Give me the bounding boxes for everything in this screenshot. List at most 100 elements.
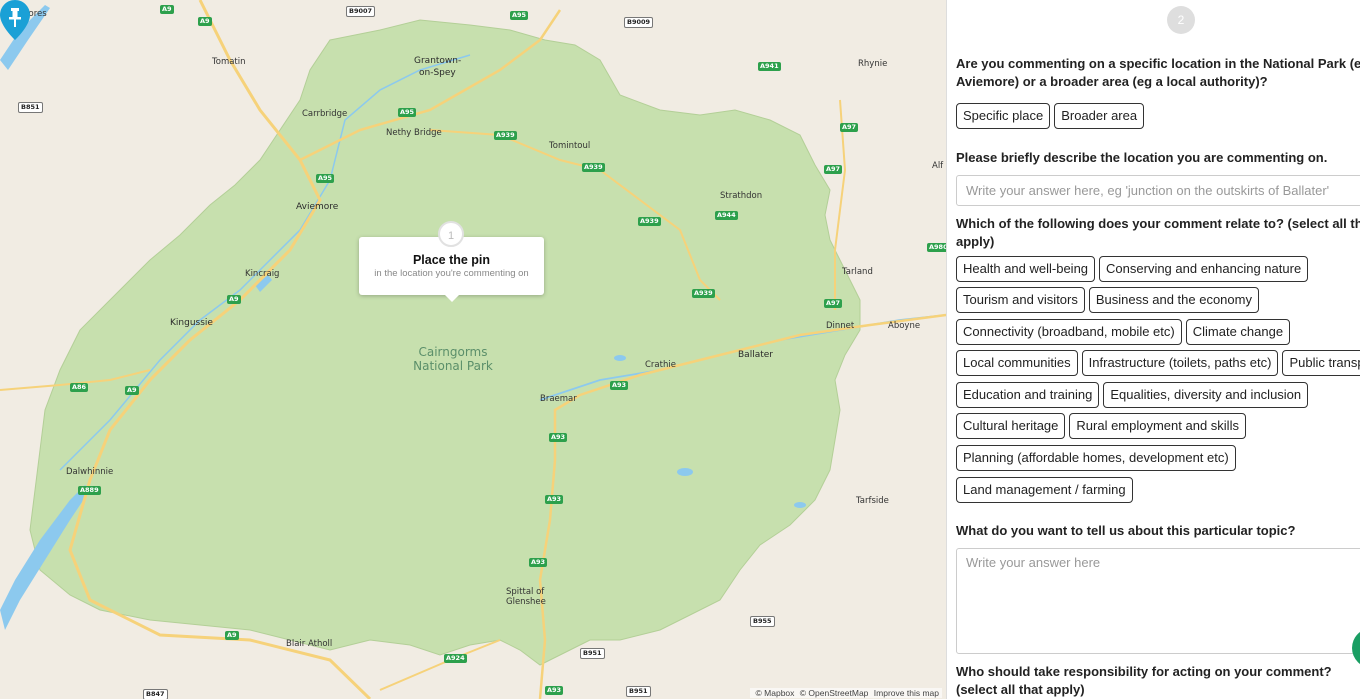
form-panel: 2 Are you commenting on a specific locat… (946, 0, 1360, 699)
place-label: Kincraig (245, 269, 280, 279)
road-shield: A95 (398, 108, 417, 117)
road-shield: B9007 (346, 6, 376, 17)
step-indicator-2: 2 (1167, 6, 1195, 34)
road-shield: A944 (715, 211, 738, 220)
topic-row: Planning (affordable homes, development … (956, 445, 1240, 471)
topic-chip[interactable]: Planning (affordable homes, development … (956, 445, 1236, 471)
topic-row: Health and well-being Conserving and enha… (956, 256, 1312, 282)
place-label: Ballater (738, 350, 773, 360)
road-shield: A93 (610, 381, 629, 390)
place-label: Tarland (842, 267, 873, 277)
road-shield: B851 (18, 102, 43, 113)
osm-attribution-link[interactable]: © OpenStreetMap (800, 688, 869, 698)
question-responsibility: Who should take responsibility for actin… (956, 664, 1332, 697)
road-shield: A939 (582, 163, 605, 172)
road-shield: A95 (510, 11, 529, 20)
loch-2 (794, 502, 806, 508)
popup-subtitle: in the location you're commenting on (374, 268, 529, 279)
place-label: Alf (932, 161, 944, 171)
topic-row: Cultural heritage Rural employment and sk… (956, 413, 1250, 439)
question-topics: Which of the following does your comment… (956, 216, 1360, 249)
road-shield: A9 (160, 5, 174, 14)
mapbox-attribution-link[interactable]: © Mapbox (756, 688, 795, 698)
question-topic-comment: What do you want to tell us about this p… (956, 523, 1296, 538)
road-shield: A93 (545, 686, 564, 695)
road-shield: A941 (758, 62, 781, 71)
road-shield: A9 (198, 17, 212, 26)
place-label: Kingussie (170, 318, 213, 328)
map[interactable]: Dores Tomatin Grantown- on-Spey Carrbrid… (0, 0, 946, 699)
topic-chip[interactable]: Tourism and visitors (956, 287, 1085, 313)
question-location-type: Are you commenting on a specific locatio… (956, 56, 1360, 89)
road-shield: B955 (750, 616, 775, 627)
popup-title: Place the pin (412, 253, 491, 267)
topic-chip[interactable]: Rural employment and skills (1069, 413, 1246, 439)
road-shield: A93 (545, 495, 564, 504)
road-shield: B951 (580, 648, 605, 659)
topic-chip[interactable]: Education and training (956, 382, 1100, 408)
road-shield: A9 (125, 386, 139, 395)
place-label: Grantown- (414, 56, 462, 66)
topic-row: Connectivity (broadband, mobile etc) Clim… (956, 319, 1294, 345)
road-shield: A93 (549, 433, 568, 442)
road-shield: A97 (824, 299, 843, 308)
topic-chip[interactable]: Health and well-being (956, 256, 1096, 282)
place-label: Strathdon (720, 191, 763, 201)
park-label: Cairngorms National Park (408, 345, 498, 373)
topic-chip[interactable]: Conserving and enhancing nature (1099, 256, 1309, 282)
improve-map-link[interactable]: Improve this map (874, 688, 939, 698)
place-label: Aviemore (296, 202, 339, 212)
topic-chip[interactable]: Connectivity (broadband, mobile etc) (956, 319, 1182, 345)
place-label: Braemar (540, 394, 577, 404)
park-name-line2: National Park (413, 359, 493, 373)
place-label: Nethy Bridge (386, 128, 442, 138)
road-shield: A97 (824, 165, 843, 174)
location-description-input[interactable]: Write your answer here, eg 'junction on … (956, 175, 1360, 206)
road-shield: B9009 (624, 17, 654, 28)
road-shield: A9 (225, 631, 239, 640)
place-label: Tomatin (212, 57, 246, 67)
road-shield: A93 (529, 558, 548, 567)
topic-chip[interactable]: Equalities, diversity and inclusion (1103, 382, 1309, 408)
place-label: Tarfside (856, 496, 889, 506)
place-label: Rhynie (858, 59, 888, 69)
road-shield: A980 (927, 243, 946, 252)
road-shield: A889 (78, 486, 101, 495)
road-shield: A939 (494, 131, 517, 140)
road-shield: A95 (316, 174, 335, 183)
loch-muick (677, 468, 693, 476)
topic-row: Education and training Equalities, divers… (956, 382, 1312, 408)
topic-chip[interactable]: Infrastructure (toilets, paths etc) (1081, 350, 1279, 376)
place-label: Glenshee (506, 597, 546, 607)
option-specific-place[interactable]: Specific place (956, 103, 1051, 129)
place-label: Dalwhinnie (66, 467, 114, 477)
road-shield: A86 (70, 383, 89, 392)
road-shield: A9 (227, 295, 241, 304)
option-broader-area[interactable]: Broader area (1054, 103, 1145, 129)
topic-chip[interactable]: Climate change (1185, 319, 1291, 345)
road-shield: A97 (840, 123, 859, 132)
topic-chip[interactable]: Business and the economy (1088, 287, 1259, 313)
topic-chip[interactable]: Land management / farming (956, 477, 1133, 503)
place-label: Carrbridge (302, 109, 348, 119)
topic-row: Land management / farming (956, 477, 1137, 503)
map-pin-icon[interactable] (0, 0, 30, 40)
place-label: Blair Atholl (286, 639, 333, 649)
place-label: Tomintoul (549, 141, 591, 151)
park-name-line1: Cairngorms (418, 345, 488, 359)
topic-row: Local communities Infrastructure (toilets… (956, 350, 1360, 376)
road-shield: A939 (638, 217, 661, 226)
place-label: Aboyne (888, 321, 921, 331)
road-shield: B951 (626, 686, 651, 697)
topic-chip[interactable]: Cultural heritage (956, 413, 1066, 439)
place-label: on-Spey (419, 68, 456, 78)
topic-chip[interactable]: Local communities (956, 350, 1078, 376)
topic-row: Tourism and visitors Business and the eco… (956, 287, 1263, 313)
step-indicator-1: 1 (438, 221, 464, 247)
place-label: Crathie (645, 360, 676, 370)
place-label: Dinnet (826, 321, 855, 331)
question-location-description: Please briefly describe the location you… (956, 150, 1328, 165)
map-attribution: © Mapbox © OpenStreetMap Improve this ma… (749, 688, 942, 698)
topic-comment-textarea[interactable]: Write your answer here (956, 548, 1360, 654)
topic-chip[interactable]: Public transport (1282, 350, 1360, 376)
